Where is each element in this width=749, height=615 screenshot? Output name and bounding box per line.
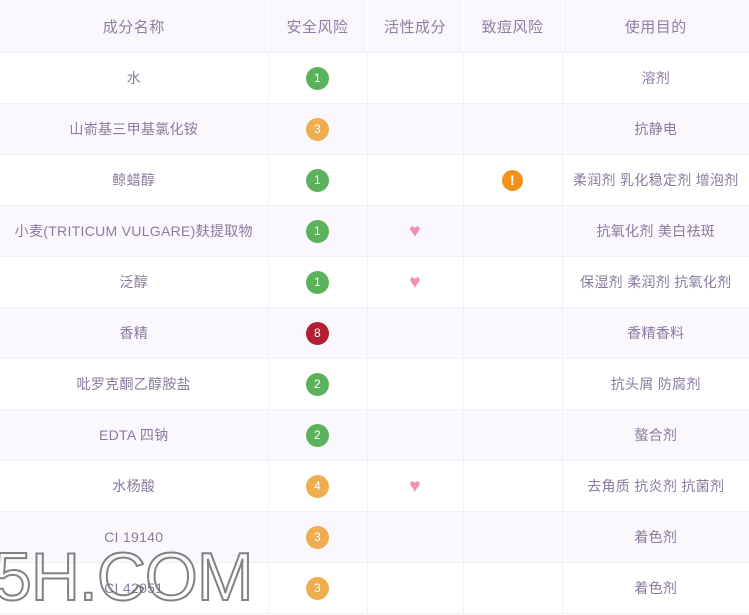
safety-risk-cell: 2 xyxy=(268,358,368,410)
active-ingredient-cell: ♥ xyxy=(367,460,464,512)
acne-risk-cell xyxy=(463,52,563,104)
acne-risk-cell xyxy=(463,460,563,512)
active-ingredient-cell xyxy=(367,358,464,410)
table-row: 小麦(TRITICUM VULGARE)麸提取物 1 ♥ 抗氧化剂 美白祛斑 xyxy=(0,205,749,257)
ingredient-name-cell: 水杨酸 xyxy=(0,460,269,512)
ingredient-name-cell: 吡罗克酮乙醇胺盐 xyxy=(0,358,269,410)
usage-purpose-cell: 溶剂 xyxy=(562,52,749,104)
safety-risk-cell: 1 xyxy=(268,256,368,308)
table-header-row: 成分名称 安全风险 活性成分 致痘风险 使用目的 xyxy=(0,0,749,53)
safety-risk-cell: 4 xyxy=(268,460,368,512)
safety-score-badge: 8 xyxy=(306,321,329,345)
ingredient-analysis-table: 成分名称 安全风险 活性成分 致痘风险 使用目的 水 1 溶剂山嵛基三甲基氯化铵 3 抗… xyxy=(0,0,749,614)
table-row: EDTA 四钠 2 螯合剂 xyxy=(0,409,749,461)
active-ingredient-cell: ♥ xyxy=(367,205,464,257)
acne-risk-cell xyxy=(463,358,563,410)
safety-risk-cell: 2 xyxy=(268,409,368,461)
table-row: 香精 8 香精香料 xyxy=(0,307,749,359)
safety-score-badge: 2 xyxy=(306,423,329,447)
acne-risk-cell xyxy=(463,409,563,461)
safety-risk-cell: 8 xyxy=(268,307,368,359)
usage-purpose-cell: 柔润剂 乳化稳定剂 增泡剂 xyxy=(562,154,749,206)
table-row: CI 42051 3 着色剂 xyxy=(0,562,749,614)
ingredient-name-cell: 小麦(TRITICUM VULGARE)麸提取物 xyxy=(0,205,269,257)
safety-risk-cell: 1 xyxy=(268,205,368,257)
safety-risk-cell: 1 xyxy=(268,154,368,206)
active-ingredient-cell xyxy=(367,154,464,206)
safety-risk-cell: 3 xyxy=(268,103,368,155)
safety-score-badge: 1 xyxy=(306,66,329,90)
active-ingredient-cell xyxy=(367,511,464,563)
safety-score-badge: 1 xyxy=(306,168,329,192)
acne-risk-cell: ! xyxy=(463,154,563,206)
usage-purpose-cell: 抗头屑 防腐剂 xyxy=(562,358,749,410)
safety-score-badge: 3 xyxy=(306,117,329,141)
acne-risk-cell xyxy=(463,256,563,308)
usage-purpose-cell: 保湿剂 柔润剂 抗氧化剂 xyxy=(562,256,749,308)
table-row: 吡罗克酮乙醇胺盐 2 抗头屑 防腐剂 xyxy=(0,358,749,410)
ingredient-name-cell: EDTA 四钠 xyxy=(0,409,269,461)
ingredient-name-cell: CI 42051 xyxy=(0,562,269,614)
ingredient-name-cell: 水 xyxy=(0,52,269,104)
column-header-acne: 致痘风险 xyxy=(463,0,563,53)
ingredient-name-cell: 山嵛基三甲基氯化铵 xyxy=(0,103,269,155)
column-header-purpose: 使用目的 xyxy=(562,0,749,53)
ingredient-name-cell: 鲸蜡醇 xyxy=(0,154,269,206)
active-ingredient-cell xyxy=(367,307,464,359)
active-ingredient-cell xyxy=(367,562,464,614)
usage-purpose-cell: 着色剂 xyxy=(562,511,749,563)
ingredient-name-cell: CI 19140 xyxy=(0,511,269,563)
table-row: CI 19140 3 着色剂 xyxy=(0,511,749,563)
safety-risk-cell: 3 xyxy=(268,562,368,614)
usage-purpose-cell: 螯合剂 xyxy=(562,409,749,461)
table-row: 鲸蜡醇 1! 柔润剂 乳化稳定剂 增泡剂 xyxy=(0,154,749,206)
safety-score-badge: 1 xyxy=(306,270,329,294)
active-ingredient-cell xyxy=(367,409,464,461)
usage-purpose-cell: 去角质 抗炎剂 抗菌剂 xyxy=(562,460,749,512)
acne-risk-cell xyxy=(463,205,563,257)
safety-score-badge: 2 xyxy=(306,372,329,396)
table-row: 泛醇 1 ♥ 保湿剂 柔润剂 抗氧化剂 xyxy=(0,256,749,308)
safety-score-badge: 3 xyxy=(306,576,329,600)
column-header-active: 活性成分 xyxy=(367,0,464,53)
usage-purpose-cell: 香精香料 xyxy=(562,307,749,359)
table-header: 成分名称 安全风险 活性成分 致痘风险 使用目的 xyxy=(0,0,749,53)
ingredient-name-cell: 香精 xyxy=(0,307,269,359)
usage-purpose-cell: 着色剂 xyxy=(562,562,749,614)
usage-purpose-cell: 抗氧化剂 美白祛斑 xyxy=(562,205,749,257)
ingredient-name-cell: 泛醇 xyxy=(0,256,269,308)
safety-score-badge: 1 xyxy=(306,219,329,243)
safety-score-badge: 4 xyxy=(306,474,329,498)
acne-risk-cell xyxy=(463,562,563,614)
safety-risk-cell: 3 xyxy=(268,511,368,563)
acne-risk-cell xyxy=(463,511,563,563)
table-row: 山嵛基三甲基氯化铵 3 抗静电 xyxy=(0,103,749,155)
acne-risk-cell xyxy=(463,103,563,155)
column-header-safety: 安全风险 xyxy=(268,0,368,53)
heart-icon: ♥ xyxy=(409,475,421,497)
table-body: 水 1 溶剂 山嵛基三甲基氯化铵 3 抗静电 鲸蜡醇 1! 柔润剂 乳化稳定剂 增泡剂 小麦(TR… xyxy=(0,52,749,614)
heart-icon: ♥ xyxy=(409,220,421,242)
usage-purpose-cell: 抗静电 xyxy=(562,103,749,155)
heart-icon: ♥ xyxy=(409,271,421,293)
table-row: 水 1 溶剂 xyxy=(0,52,749,104)
active-ingredient-cell xyxy=(367,103,464,155)
safety-score-badge: 3 xyxy=(306,525,329,549)
active-ingredient-cell xyxy=(367,52,464,104)
table-row: 水杨酸 4 ♥ 去角质 抗炎剂 抗菌剂 xyxy=(0,460,749,512)
active-ingredient-cell: ♥ xyxy=(367,256,464,308)
acne-risk-cell xyxy=(463,307,563,359)
warning-icon: ! xyxy=(502,169,523,191)
safety-risk-cell: 1 xyxy=(268,52,368,104)
column-header-name: 成分名称 xyxy=(0,0,269,53)
